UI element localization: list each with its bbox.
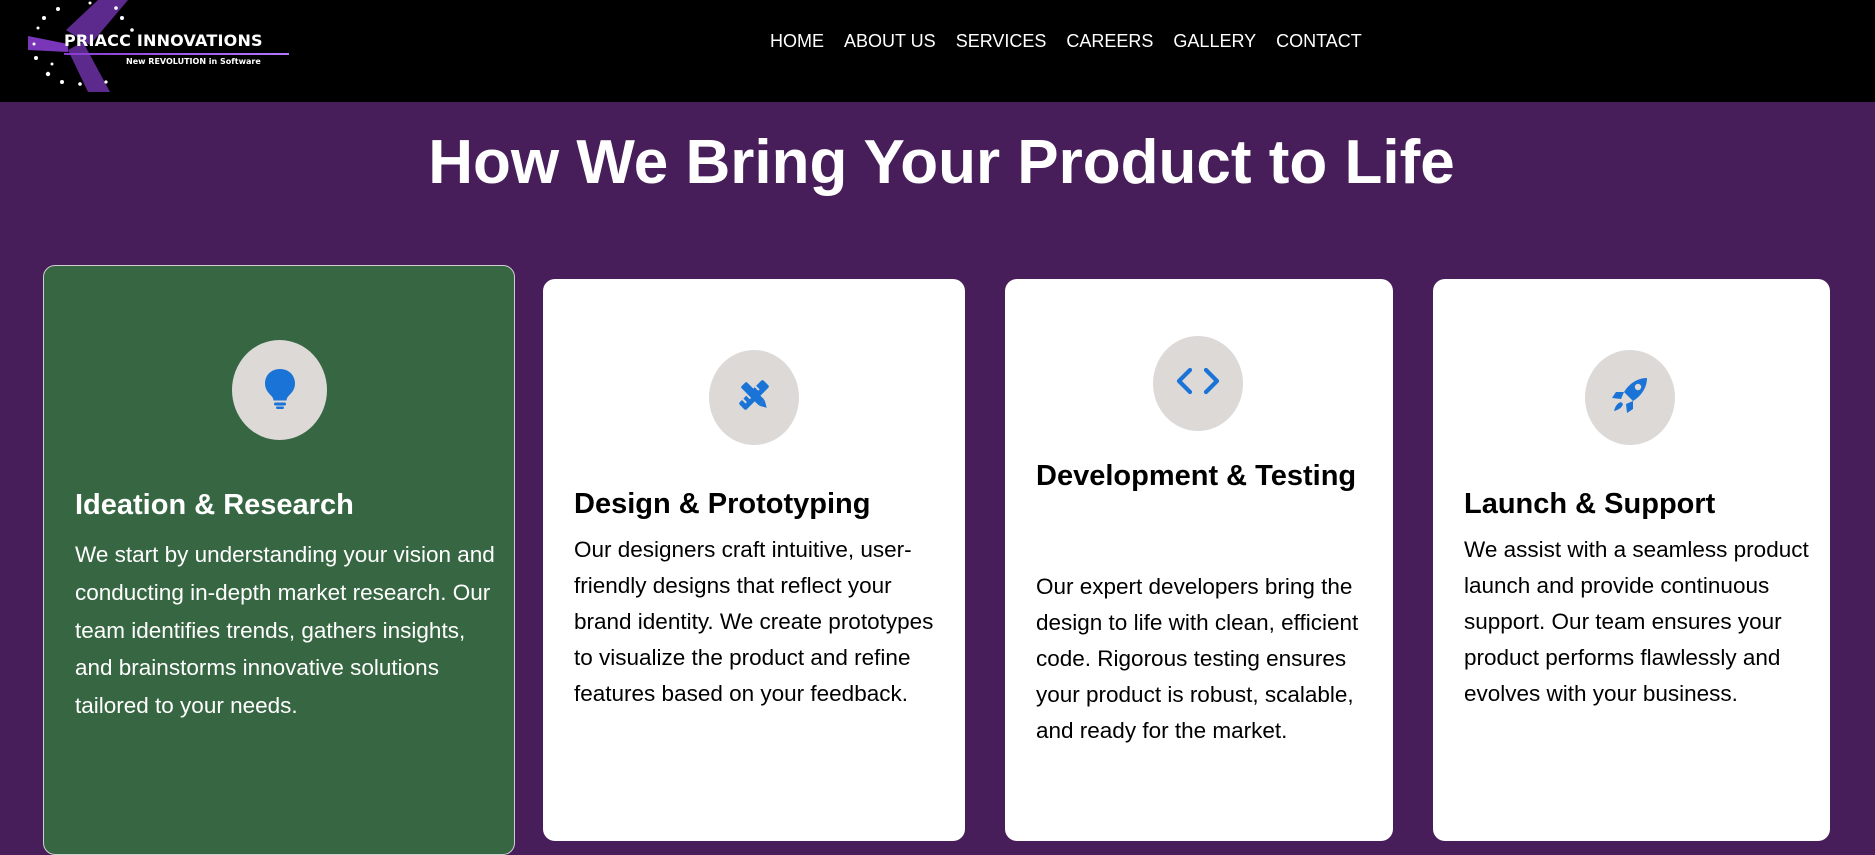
process-card-ideation[interactable]: Ideation & Research We start by understa… [43,265,515,855]
card-description: We start by understanding your vision an… [75,542,495,719]
nav-contact[interactable]: CONTACT [1266,30,1372,52]
card-title: Development & Testing [1036,460,1357,492]
card-description: Our designers craft intuitive, user-frie… [574,537,934,706]
process-card-launch[interactable]: Launch & Support We assist with a seamle… [1433,279,1830,841]
card-description: Our expert developers bring the design t… [1036,574,1359,743]
code-icon [1175,366,1221,401]
nav-gallery[interactable]: GALLERY [1163,30,1266,52]
rocket-icon [1609,374,1651,421]
site-header: PRIACC INNOVATIONS New REVOLUTION in Sof… [0,0,1875,102]
logo-name: PRIACC INNOVATIONS [64,31,263,50]
logo[interactable]: PRIACC INNOVATIONS New REVOLUTION in Sof… [28,0,289,92]
icon-circle [709,350,799,445]
main-nav: HOME ABOUT US SERVICES CAREERS GALLERY C… [760,30,1372,52]
process-card-development[interactable]: Development & Testing Our expert develop… [1005,279,1393,841]
nav-about-us[interactable]: ABOUT US [834,30,946,52]
lightbulb-icon [262,367,298,414]
card-title: Launch & Support [1464,488,1716,520]
process-card-design[interactable]: Design & Prototyping Our designers craft… [543,279,965,841]
nav-home[interactable]: HOME [760,30,834,52]
nav-services[interactable]: SERVICES [946,30,1057,52]
logo-underline [64,53,289,55]
nav-careers[interactable]: CAREERS [1056,30,1163,52]
card-title: Ideation & Research [75,489,354,521]
icon-circle [232,340,327,440]
card-title: Design & Prototyping [574,488,871,520]
logo-tagline: New REVOLUTION in Software [126,57,261,66]
icon-circle [1153,336,1243,431]
icon-circle [1585,350,1675,445]
card-description: We assist with a seamless product launch… [1464,537,1809,706]
section-title: How We Bring Your Product to Life [428,128,1455,197]
design-tools-icon [733,374,775,421]
